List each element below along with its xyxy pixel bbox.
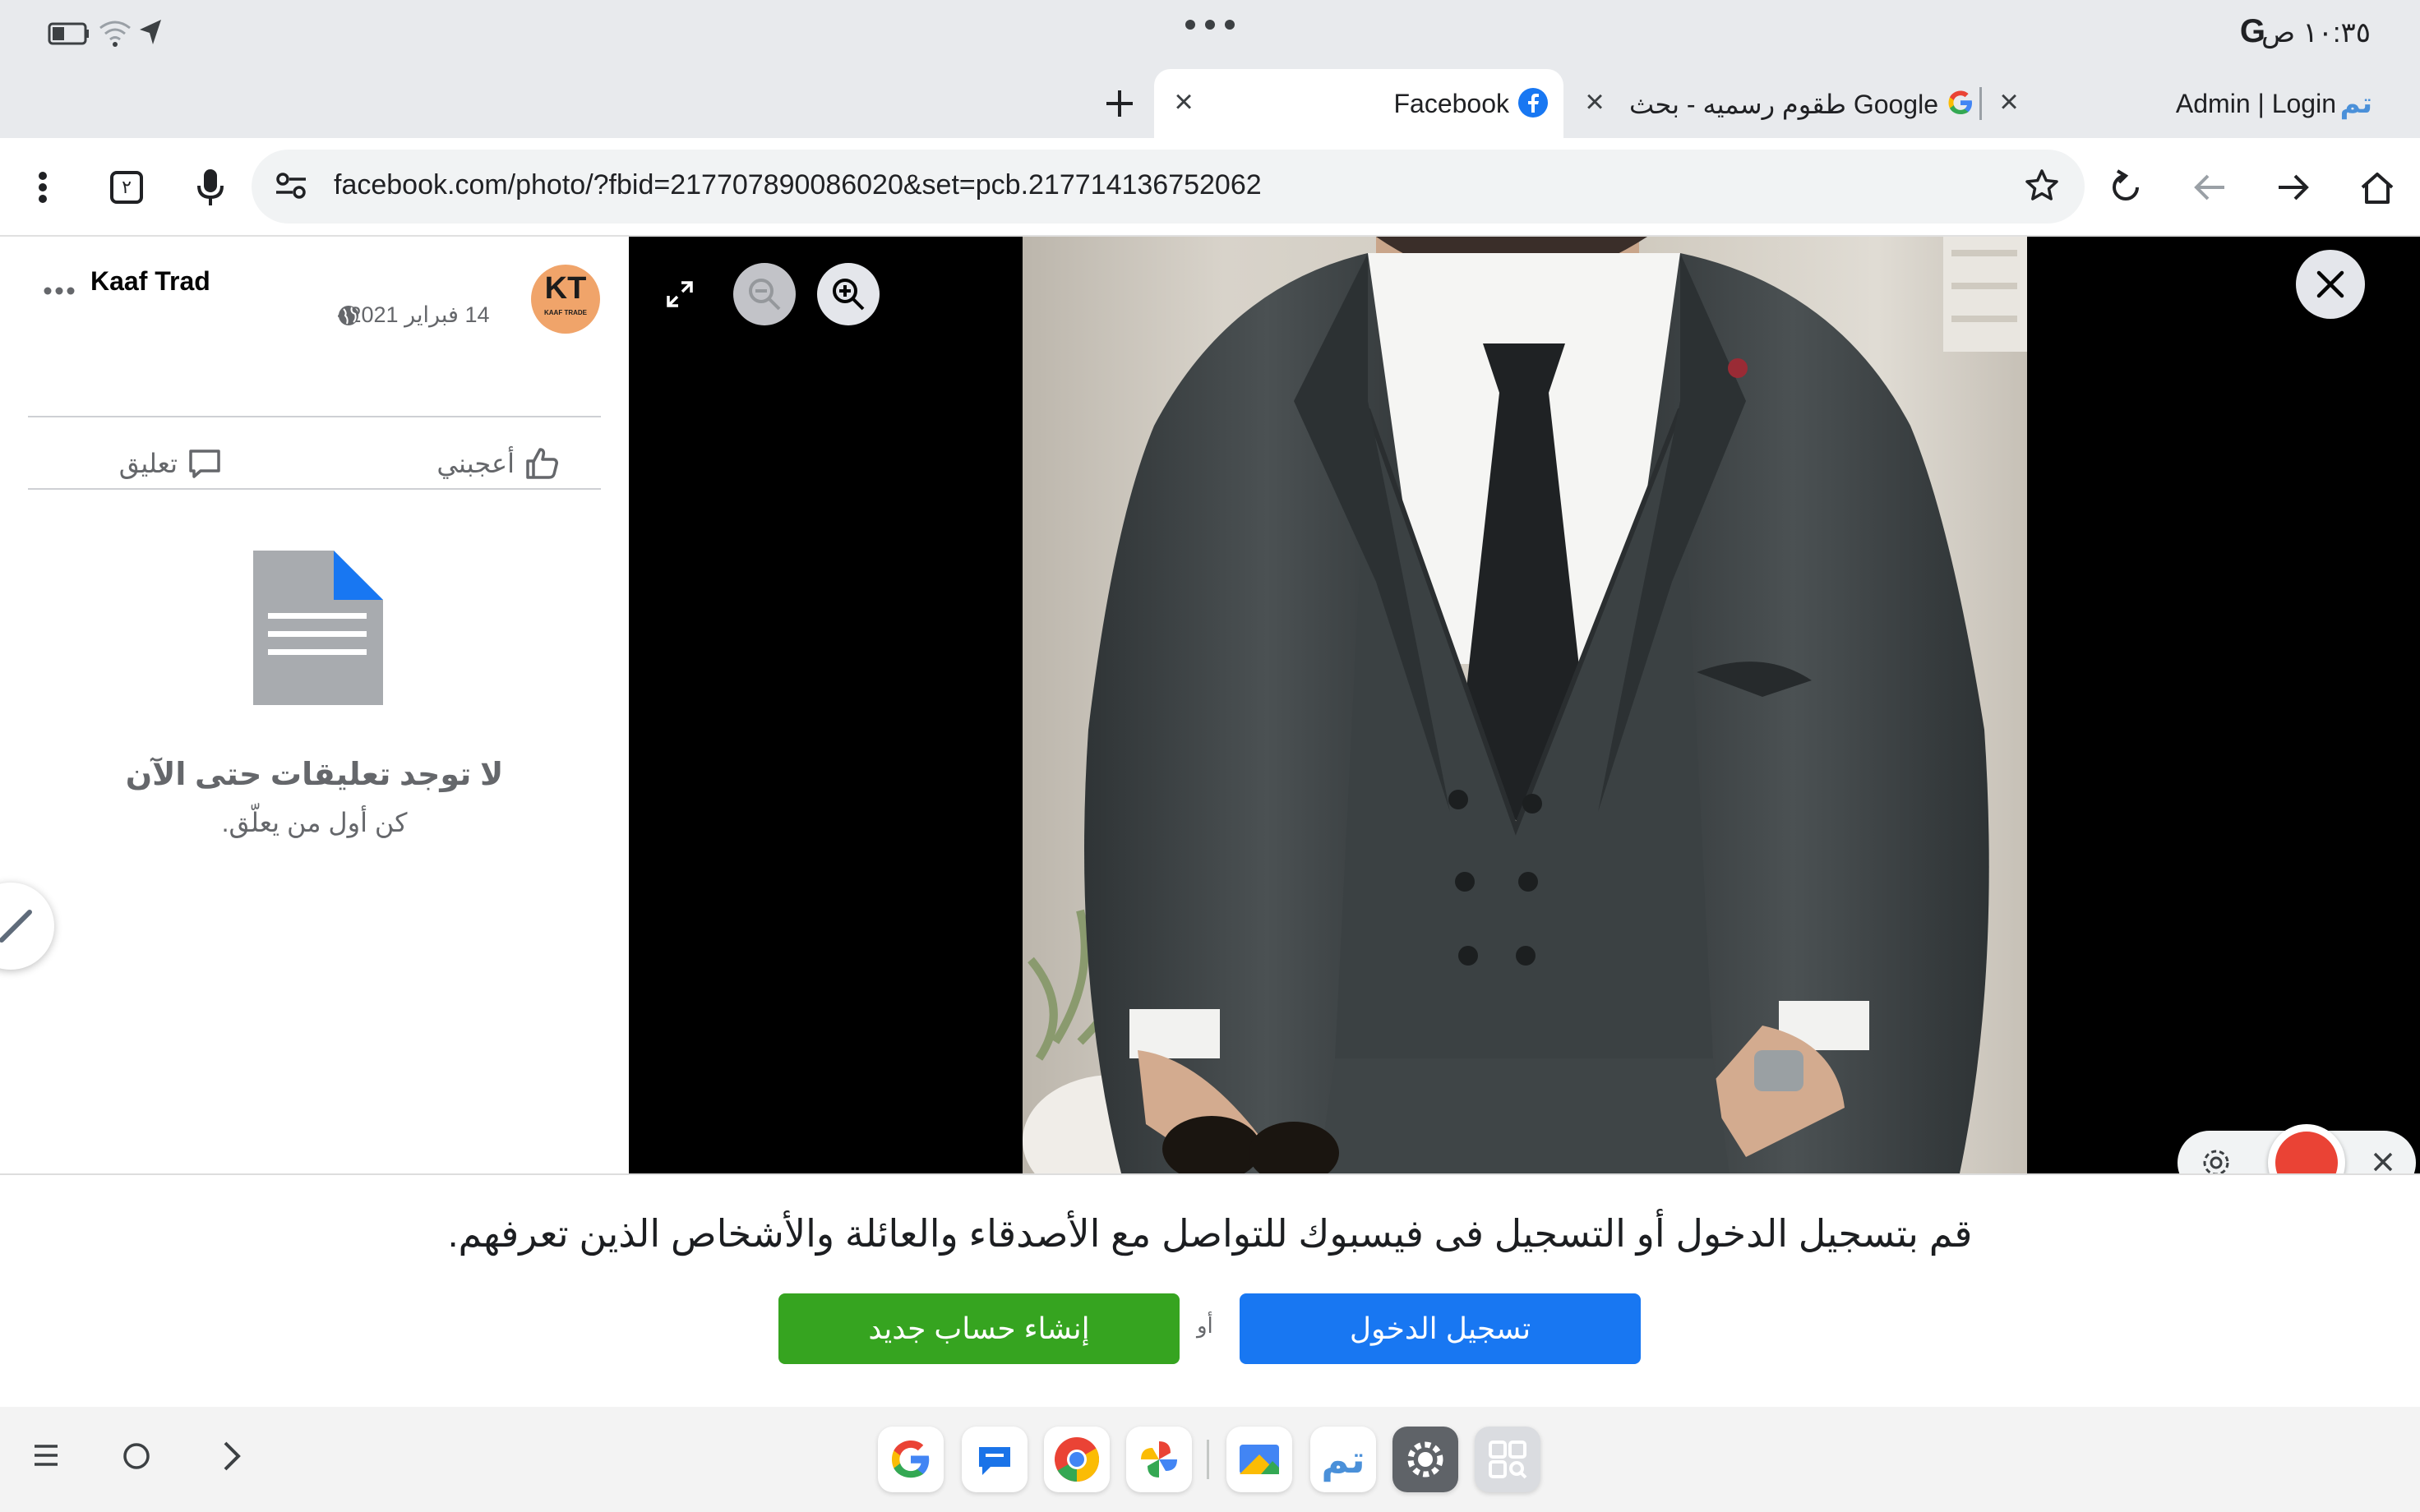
tab-title: Facebook <box>1393 89 1509 118</box>
no-comments-subtitle: كن أول من يعلّق. <box>221 808 408 837</box>
login-button[interactable]: تسجيل الدخول <box>1240 1293 1641 1364</box>
tab-google-search[interactable]: × طقوم رسميه - بحث Google <box>1578 69 1993 138</box>
recents-menu-icon[interactable] <box>31 1443 61 1468</box>
home-icon[interactable] <box>2344 154 2410 220</box>
tab-divider <box>1979 87 1982 120</box>
zoom-in-button[interactable] <box>817 263 880 325</box>
photo-viewer <box>629 237 2420 1173</box>
site-settings-icon[interactable] <box>275 171 307 201</box>
empty-comments-document-icon <box>253 551 383 705</box>
files-app-icon[interactable] <box>1226 1427 1292 1492</box>
author-name[interactable]: Kaaf Trad <box>90 266 210 297</box>
post-sidebar: Kaaf Trad 14 فبراير 2021 · KT KAAF TRADE… <box>0 237 629 1173</box>
suit-photo-illustration <box>1023 237 2027 1173</box>
close-viewer-button[interactable] <box>2296 250 2365 319</box>
zoom-in-icon <box>833 279 865 311</box>
like-label: أعجبني <box>436 449 515 478</box>
address-bar[interactable]: facebook.com/photo/?fbid=217707890086020… <box>252 150 2085 224</box>
screen-recorder-toolbar <box>2178 1124 2416 1173</box>
pencil-icon <box>0 910 32 943</box>
back-chevron-icon[interactable] <box>219 1440 243 1473</box>
microphone-icon[interactable] <box>178 154 243 220</box>
globe-icon <box>337 304 360 327</box>
dock-divider <box>1207 1440 1209 1479</box>
login-banner: قم بتسجيل الدخول أو التسجيل فى فيسبوك لل… <box>0 1173 2420 1407</box>
browser-toolbar: ٢ facebook.com/photo/?fbid=2177078900860… <box>0 138 2420 237</box>
record-button[interactable] <box>2268 1124 2345 1173</box>
recorder-close-icon[interactable] <box>2370 1149 2396 1173</box>
avatar-initials: KT <box>544 271 587 306</box>
close-icon <box>2316 270 2344 298</box>
tab-admin-login[interactable]: Admin | Login تم <box>2030 69 2384 138</box>
tab-strip: × Facebook × طقوم رسميه - بحث Google × A… <box>0 69 2420 138</box>
clock: ١٠:٣٥ ص <box>2261 17 2371 48</box>
tab-title: Admin | Login <box>2175 89 2336 118</box>
tab-title: طقوم رسميه - بحث Google <box>1629 90 1938 119</box>
home-circle-icon[interactable] <box>122 1441 151 1471</box>
more-dots-icon[interactable] <box>1184 18 1236 31</box>
zoom-out-icon <box>749 279 781 311</box>
url-text[interactable]: facebook.com/photo/?fbid=217707890086020… <box>334 169 1262 201</box>
google-icon <box>1947 89 1974 117</box>
tab-count: ٢ <box>110 171 143 204</box>
avatar[interactable]: KT KAAF TRADE <box>531 265 600 334</box>
google-status-icon: G <box>2239 13 2265 49</box>
back-arrow-icon[interactable] <box>2177 154 2242 220</box>
post-photo[interactable] <box>1023 237 2027 1173</box>
create-account-button[interactable]: إنشاء حساب جديد <box>778 1293 1180 1364</box>
messages-app-icon[interactable] <box>962 1427 1028 1492</box>
new-tab-button[interactable] <box>1100 84 1139 123</box>
no-comments-title: لا توجد تعليقات حتى الآن <box>125 758 504 792</box>
comment-bubble-icon <box>187 446 222 481</box>
or-separator: أو <box>1197 1313 1213 1338</box>
settings-app-icon[interactable] <box>1392 1427 1458 1492</box>
tam-app-icon[interactable]: تم <box>1310 1427 1376 1492</box>
menu-kebab-icon[interactable] <box>10 154 76 220</box>
system-nav-bar: تم <box>0 1407 2420 1512</box>
divider <box>28 488 601 490</box>
fullscreen-expand-icon[interactable] <box>665 279 695 309</box>
battery-icon <box>48 21 90 46</box>
close-tab-icon[interactable]: × <box>1993 84 2025 121</box>
facebook-icon <box>1517 87 1549 118</box>
reload-icon[interactable] <box>2093 154 2159 220</box>
record-dot-icon <box>2275 1132 2338 1173</box>
comment-label: تعليق <box>118 449 178 478</box>
thumbs-up-icon <box>524 446 559 481</box>
like-button[interactable]: أعجبني <box>395 434 559 493</box>
bookmark-star-icon[interactable] <box>2024 168 2060 204</box>
avatar-subtext: KAAF TRADE <box>544 309 587 316</box>
divider <box>28 416 601 417</box>
close-tab-icon[interactable]: × <box>1167 84 1200 121</box>
zoom-out-button[interactable] <box>733 263 796 325</box>
edit-floating-button[interactable] <box>0 883 54 970</box>
tam-logo-icon: تم <box>2339 88 2372 119</box>
login-prompt-text: قم بتسجيل الدخول أو التسجيل فى فيسبوك لل… <box>447 1212 1973 1255</box>
status-bar: ١٠:٣٥ ص G <box>0 0 2420 69</box>
close-tab-icon[interactable]: × <box>1578 84 1611 121</box>
comment-button[interactable]: تعليق <box>82 434 222 493</box>
tab-switcher-button[interactable]: ٢ <box>94 154 159 220</box>
wifi-icon <box>99 20 132 48</box>
google-app-icon[interactable] <box>878 1427 944 1492</box>
chrome-app-icon[interactable] <box>1044 1427 1110 1492</box>
tab-facebook[interactable]: × Facebook <box>1154 69 1563 138</box>
location-arrow-icon <box>138 18 163 46</box>
photos-app-icon[interactable] <box>1126 1427 1192 1492</box>
recorder-settings-icon[interactable] <box>2201 1147 2232 1173</box>
app-drawer-icon[interactable] <box>1475 1427 1540 1492</box>
forward-arrow-icon[interactable] <box>2261 154 2326 220</box>
more-options-icon[interactable] <box>43 286 76 296</box>
